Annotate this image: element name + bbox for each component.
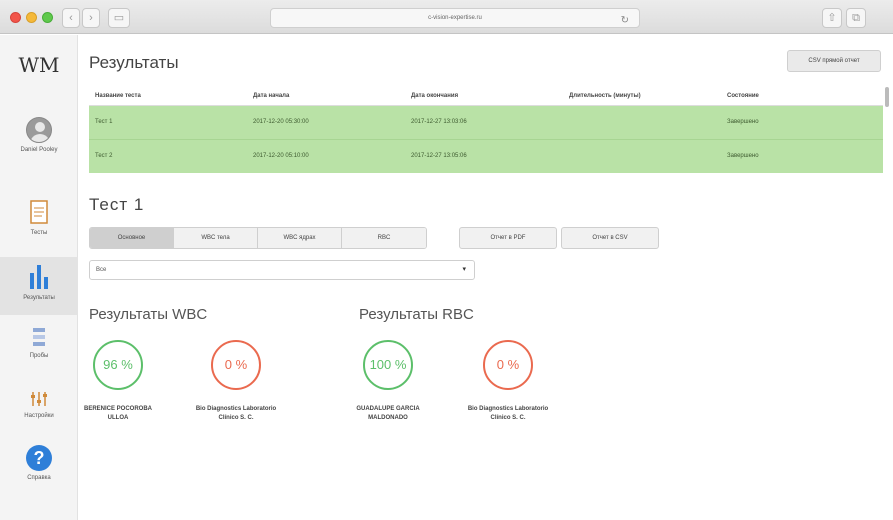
table-cell: 2017-12-27 13:05:06 bbox=[405, 138, 563, 173]
sidebar-item-results[interactable]: Результаты bbox=[0, 257, 78, 315]
back-button[interactable]: ‹ bbox=[62, 8, 80, 28]
table-row[interactable]: Тест 1 2017-12-20 05:30:00 2017-12-27 13… bbox=[89, 105, 883, 139]
zoom-window-button[interactable] bbox=[42, 12, 53, 23]
results-table: Название теста Дата начала Дата окончани… bbox=[89, 87, 883, 173]
table-row[interactable]: Тест 2 2017-12-20 05:10:00 2017-12-27 13… bbox=[89, 138, 883, 173]
tabs-overview-icon[interactable]: ⧉ bbox=[846, 8, 866, 28]
reload-icon[interactable]: ↻ bbox=[621, 12, 629, 30]
rbc-reference-gauge: 0 % bbox=[483, 340, 533, 390]
sidebar-item-label: Пробы bbox=[29, 353, 49, 359]
filter-select[interactable]: Все ▾ bbox=[89, 260, 475, 280]
share-icon[interactable]: ⇧ bbox=[822, 8, 842, 28]
select-value: Все bbox=[96, 267, 107, 273]
page-title: Результаты bbox=[89, 53, 179, 72]
browser-toolbar: ‹ › ▭ c-vision-expertise.ru ↻ ⇧ ⧉ bbox=[0, 0, 893, 34]
app-logo: WM bbox=[18, 53, 60, 77]
document-icon bbox=[30, 200, 48, 224]
wbc-reference-gauge: 0 % bbox=[211, 340, 261, 390]
tab-rbc[interactable]: RBC bbox=[342, 228, 426, 248]
rbc-score-gauge: 100 % bbox=[363, 340, 413, 390]
gauge-label: Bio Diagnostics Laboratorio Clínico S. C… bbox=[467, 406, 549, 421]
column-header[interactable]: Дата начала bbox=[247, 87, 405, 106]
test-title: Тест 1 bbox=[89, 195, 145, 214]
tab-bar: Основное WBC тела WBC ядрах RBC bbox=[89, 227, 427, 249]
forward-button[interactable]: › bbox=[82, 8, 100, 28]
wbc-results-title: Результаты WBC bbox=[89, 306, 208, 323]
table-cell: Тест 1 bbox=[95, 119, 113, 125]
address-bar-url: c-vision-expertise.ru bbox=[428, 15, 482, 21]
sidebar-item-label: Результаты bbox=[23, 295, 55, 301]
wbc-score-gauge: 96 % bbox=[93, 340, 143, 390]
sidebar-item-samples[interactable]: Пробы bbox=[0, 327, 78, 359]
bar-chart-icon bbox=[30, 265, 48, 289]
table-cell: 2017-12-27 13:03:06 bbox=[411, 119, 467, 125]
sidebar-item-label: Справка bbox=[27, 475, 51, 481]
table-cell bbox=[563, 105, 721, 139]
sliders-icon bbox=[31, 392, 47, 406]
sidebar-item-profile[interactable]: Daniel Pooley bbox=[0, 117, 78, 153]
avatar bbox=[26, 117, 52, 143]
samples-icon bbox=[33, 328, 45, 346]
sidebar: WM Daniel Pooley Тесты Результаты Пробы bbox=[0, 35, 78, 520]
sidebar-item-label: Настройки bbox=[24, 413, 54, 419]
minimize-window-button[interactable] bbox=[26, 12, 37, 23]
table-cell: Завершено bbox=[727, 119, 759, 125]
table-header-row: Название теста Дата начала Дата окончани… bbox=[89, 87, 883, 106]
address-bar[interactable]: c-vision-expertise.ru ↻ bbox=[270, 8, 640, 28]
tab-wbc-bodies[interactable]: WBC тела bbox=[174, 228, 258, 248]
main-content: Результаты CSV прямой отчет Название тес… bbox=[79, 35, 893, 520]
table-cell: Завершено bbox=[721, 138, 883, 173]
csv-report-button[interactable]: CSV прямой отчет bbox=[787, 50, 881, 72]
table-cell: 2017-12-20 05:10:00 bbox=[247, 138, 405, 173]
table-cell: Тест 2 bbox=[89, 138, 247, 173]
gauge-label: GUADALUPE GARCIA MALDONADO bbox=[356, 406, 420, 421]
sidebar-item-settings[interactable]: Настройки bbox=[0, 391, 78, 419]
tab-wbc-nuclei[interactable]: WBC ядрах bbox=[258, 228, 342, 248]
close-window-button[interactable] bbox=[10, 12, 21, 23]
table-cell: 2017-12-20 05:30:00 bbox=[253, 119, 309, 125]
column-header[interactable]: Дата окончания bbox=[405, 87, 563, 106]
help-icon: ? bbox=[26, 445, 52, 471]
gauge-label: BERENICE POCOROBA ULLOA bbox=[83, 406, 152, 421]
rbc-results-title: Результаты RBC bbox=[359, 306, 474, 323]
table-scrollbar[interactable] bbox=[885, 87, 889, 107]
gauge-label: Bio Diagnostics Laboratorio Clínico S. C… bbox=[195, 406, 277, 421]
column-header[interactable]: Длительность (минуты) bbox=[563, 87, 721, 106]
sidebar-item-label: Тесты bbox=[30, 230, 48, 236]
column-header[interactable]: Название теста bbox=[89, 87, 247, 106]
sidebar-item-tests[interactable]: Тесты bbox=[0, 200, 78, 236]
export-csv-button[interactable]: Отчет в CSV bbox=[561, 227, 659, 249]
sidebar-item-help[interactable]: ? Справка bbox=[0, 445, 78, 481]
table-cell bbox=[563, 138, 721, 173]
user-name: Daniel Pooley bbox=[20, 147, 58, 153]
sidebar-toggle-icon[interactable]: ▭ bbox=[108, 8, 130, 28]
export-pdf-button[interactable]: Отчет в PDF bbox=[459, 227, 557, 249]
caret-down-icon: ▾ bbox=[462, 266, 466, 273]
column-header[interactable]: Состояние bbox=[721, 87, 883, 106]
tab-overview[interactable]: Основное bbox=[90, 228, 174, 248]
